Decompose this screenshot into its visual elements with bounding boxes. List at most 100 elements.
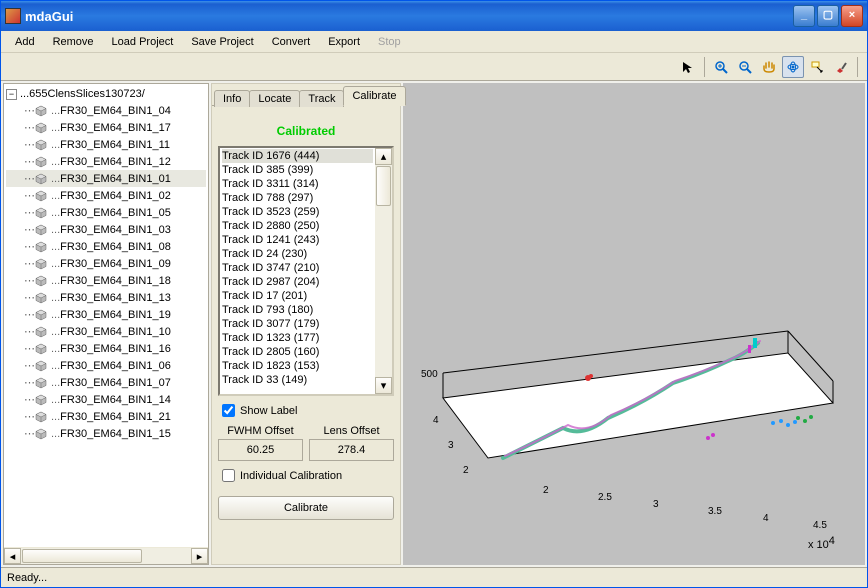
track-list-item[interactable]: Track ID 3747 (210) (222, 261, 373, 275)
track-list-item[interactable]: Track ID 1676 (444) (222, 149, 373, 163)
pan-tool[interactable] (758, 56, 780, 78)
track-list-item[interactable]: Track ID 3077 (179) (222, 317, 373, 331)
tree-item[interactable]: ⋯...FR30_EM64_BIN1_11 (6, 136, 206, 153)
scroll-down-button[interactable]: ▾ (375, 377, 392, 394)
list-vertical-scrollbar[interactable]: ▴ ▾ (375, 148, 392, 394)
track-listbox[interactable]: Track ID 1676 (444)Track ID 385 (399)Tra… (218, 146, 394, 396)
tree-item[interactable]: ⋯...FR30_EM64_BIN1_21 (6, 408, 206, 425)
tree-item[interactable]: ⋯...FR30_EM64_BIN1_01 (6, 170, 206, 187)
window-title: mdaGui (25, 9, 793, 24)
pointer-tool[interactable] (677, 56, 699, 78)
tree-horizontal-scrollbar[interactable]: ◂ ▸ (4, 547, 208, 564)
tree-item[interactable]: ⋯...FR30_EM64_BIN1_12 (6, 153, 206, 170)
calibrate-button[interactable]: Calibrate (218, 496, 394, 520)
track-list-item[interactable]: Track ID 2987 (204) (222, 275, 373, 289)
menu-load-project[interactable]: Load Project (104, 34, 182, 50)
fwhm-offset-value[interactable]: 60.25 (218, 439, 303, 461)
data-cursor-tool[interactable] (806, 56, 828, 78)
tree-item[interactable]: ⋯...FR30_EM64_BIN1_03 (6, 221, 206, 238)
vscroll-thumb[interactable] (376, 166, 391, 206)
titlebar[interactable]: mdaGui _ ▢ × (1, 1, 867, 31)
track-list-item[interactable]: Track ID 793 (180) (222, 303, 373, 317)
track-list-item[interactable]: Track ID 2880 (250) (222, 219, 373, 233)
scroll-up-button[interactable]: ▴ (375, 148, 392, 165)
menu-export[interactable]: Export (320, 34, 368, 50)
tree-item[interactable]: ⋯...FR30_EM64_BIN1_18 (6, 272, 206, 289)
tree-body[interactable]: − ...655ClensSlices130723/ ⋯...FR30_EM64… (4, 84, 208, 547)
z-tick: 500 (421, 369, 438, 380)
statusbar: Ready... (1, 567, 867, 587)
track-list-item[interactable]: Track ID 17 (201) (222, 289, 373, 303)
tree-item[interactable]: ⋯...FR30_EM64_BIN1_04 (6, 102, 206, 119)
show-label-text: Show Label (240, 405, 298, 417)
tree-item[interactable]: ⋯...FR30_EM64_BIN1_09 (6, 255, 206, 272)
plot-pane[interactable]: 500 2 3 4 2 2.5 3 3.5 4 4.5 x 104 (403, 83, 865, 565)
tree-item[interactable]: ⋯...FR30_EM64_BIN1_13 (6, 289, 206, 306)
vscroll-track[interactable] (375, 165, 392, 377)
tree-item[interactable]: ⋯...FR30_EM64_BIN1_05 (6, 204, 206, 221)
tree-item[interactable]: ⋯...FR30_EM64_BIN1_16 (6, 340, 206, 357)
x-tick-3: 3.5 (708, 506, 722, 517)
status-text: Ready... (7, 572, 47, 584)
tree-item[interactable]: ⋯...FR30_EM64_BIN1_07 (6, 374, 206, 391)
tree-item[interactable]: ⋯...FR30_EM64_BIN1_19 (6, 306, 206, 323)
menu-remove[interactable]: Remove (45, 34, 102, 50)
tree-item[interactable]: ⋯...FR30_EM64_BIN1_08 (6, 238, 206, 255)
content-area: − ...655ClensSlices130723/ ⋯...FR30_EM64… (1, 81, 867, 567)
lens-offset-value[interactable]: 278.4 (309, 439, 394, 461)
track-list-item[interactable]: Track ID 1823 (153) (222, 359, 373, 373)
tab-info[interactable]: Info (214, 90, 250, 107)
x-tick-5: 4.5 (813, 520, 827, 531)
menubar: Add Remove Load Project Save Project Con… (1, 31, 867, 53)
track-list-item[interactable]: Track ID 1241 (243) (222, 233, 373, 247)
collapse-icon[interactable]: − (6, 89, 17, 100)
menu-add[interactable]: Add (7, 34, 43, 50)
tree-root[interactable]: − ...655ClensSlices130723/ (6, 86, 206, 102)
tree-item[interactable]: ⋯...FR30_EM64_BIN1_17 (6, 119, 206, 136)
scroll-track[interactable] (21, 548, 191, 564)
y-tick-1: 3 (448, 440, 454, 451)
brush-tool[interactable] (830, 56, 852, 78)
tab-calibrate[interactable]: Calibrate (343, 86, 405, 106)
track-list-item[interactable]: Track ID 24 (230) (222, 247, 373, 261)
calibrate-panel: Calibrated Track ID 1676 (444)Track ID 3… (212, 106, 400, 564)
rotate-3d-tool[interactable] (782, 56, 804, 78)
track-list-item[interactable]: Track ID 385 (399) (222, 163, 373, 177)
menu-save-project[interactable]: Save Project (183, 34, 261, 50)
close-button[interactable]: × (841, 5, 863, 27)
x-tick-4: 4 (763, 513, 769, 524)
scroll-left-button[interactable]: ◂ (4, 548, 21, 564)
x-tick-0: 2 (543, 485, 549, 496)
track-list-item[interactable]: Track ID 1323 (177) (222, 331, 373, 345)
tree-root-label: ...655ClensSlices130723/ (20, 88, 145, 100)
minimize-button[interactable]: _ (793, 5, 815, 27)
track-list-item[interactable]: Track ID 2805 (160) (222, 345, 373, 359)
track-list-item[interactable]: Track ID 33 (149) (222, 373, 373, 387)
toolbar (1, 53, 867, 81)
axes-3d[interactable]: 500 2 3 4 2 2.5 3 3.5 4 4.5 x 104 (413, 263, 853, 563)
track-list-item[interactable]: Track ID 3311 (314) (222, 177, 373, 191)
individual-calibration-text: Individual Calibration (240, 470, 342, 482)
mid-pane: Info Locate Track Calibrate Calibrated T… (211, 83, 401, 565)
individual-calibration-checkbox[interactable] (222, 469, 235, 482)
track-list-item[interactable]: Track ID 3523 (259) (222, 205, 373, 219)
tree-item[interactable]: ⋯...FR30_EM64_BIN1_10 (6, 323, 206, 340)
toolbar-divider (704, 57, 705, 77)
tree-item[interactable]: ⋯...FR30_EM64_BIN1_06 (6, 357, 206, 374)
menu-convert[interactable]: Convert (264, 34, 319, 50)
tab-locate[interactable]: Locate (249, 90, 300, 107)
zoom-in-tool[interactable] (710, 56, 732, 78)
y-tick-0: 2 (463, 465, 469, 476)
scroll-right-button[interactable]: ▸ (191, 548, 208, 564)
toolbar-divider-2 (857, 57, 858, 77)
maximize-button[interactable]: ▢ (817, 5, 839, 27)
zoom-out-tool[interactable] (734, 56, 756, 78)
tree-item[interactable]: ⋯...FR30_EM64_BIN1_14 (6, 391, 206, 408)
tree-item[interactable]: ⋯...FR30_EM64_BIN1_02 (6, 187, 206, 204)
tree-pane: − ...655ClensSlices130723/ ⋯...FR30_EM64… (3, 83, 209, 565)
track-list-item[interactable]: Track ID 788 (297) (222, 191, 373, 205)
scroll-thumb[interactable] (22, 549, 142, 563)
tab-track[interactable]: Track (299, 90, 344, 107)
show-label-checkbox[interactable] (222, 404, 235, 417)
tree-item[interactable]: ⋯...FR30_EM64_BIN1_15 (6, 425, 206, 442)
